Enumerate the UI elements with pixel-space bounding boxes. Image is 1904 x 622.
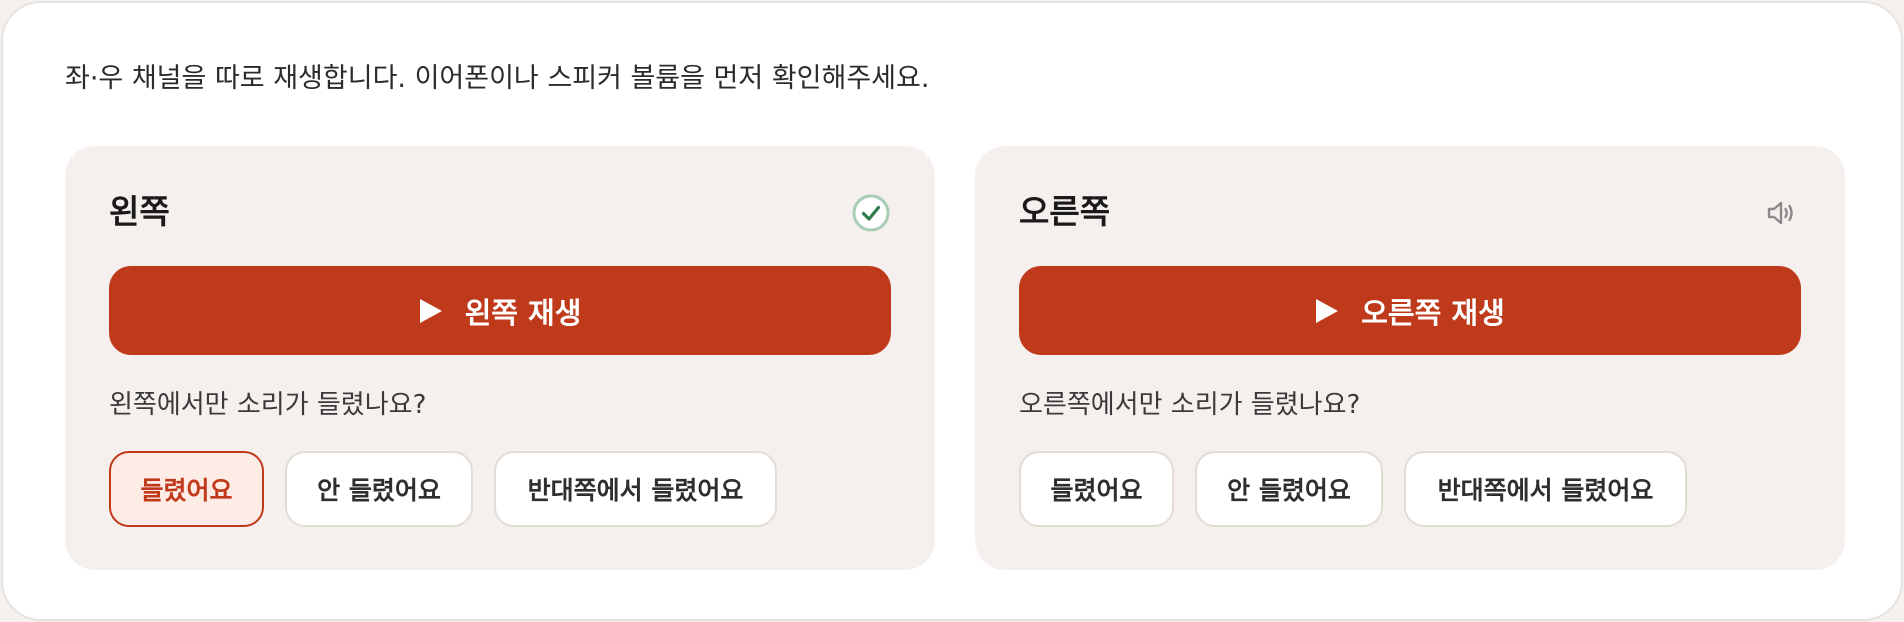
- play-left-button[interactable]: 왼쪽 재생: [109, 266, 891, 355]
- play-left-label: 왼쪽 재생: [464, 295, 582, 330]
- check-circle-icon: [852, 194, 890, 232]
- play-right-button[interactable]: 오른쪽 재생: [1019, 266, 1801, 355]
- left-answer-heard-button[interactable]: 들렸어요: [109, 451, 264, 527]
- right-answer-group: 들렸어요 안 들렸어요 반대쪽에서 들렸어요: [1019, 451, 1687, 527]
- channel-test-card: 좌·우 채널을 따로 재생합니다. 이어폰이나 스피커 볼륨을 먼저 확인해주세…: [1, 1, 1903, 621]
- right-answer-opposite-button[interactable]: 반대쪽에서 들렸어요: [1404, 451, 1687, 527]
- right-answer-heard-button[interactable]: 들렸어요: [1019, 451, 1174, 527]
- play-icon: [419, 298, 442, 323]
- left-answer-group: 들렸어요 안 들렸어요 반대쪽에서 들렸어요: [109, 451, 777, 527]
- right-channel-panel: 오른쪽 오른쪽 재생 오른쪽에서만 소리가 들렸나요? 들렸어요 안 들렸어요 …: [975, 146, 1845, 570]
- play-right-label: 오른쪽 재생: [1361, 295, 1505, 330]
- left-answer-not-heard-button[interactable]: 안 들렸어요: [285, 451, 473, 527]
- right-question: 오른쪽에서만 소리가 들렸나요?: [1019, 390, 1361, 420]
- left-panel-title: 왼쪽: [109, 192, 170, 231]
- instruction-text: 좌·우 채널을 따로 재생합니다. 이어폰이나 스피커 볼륨을 먼저 확인해주세…: [65, 63, 930, 94]
- left-channel-panel: 왼쪽 왼쪽 재생 왼쪽에서만 소리가 들렸나요? 들렸어요 안 들렸어요 반대쪽…: [65, 146, 935, 570]
- speaker-icon: [1767, 201, 1793, 225]
- play-icon: [1316, 298, 1339, 323]
- right-answer-not-heard-button[interactable]: 안 들렸어요: [1195, 451, 1383, 527]
- right-panel-title: 오른쪽: [1019, 192, 1111, 231]
- left-question: 왼쪽에서만 소리가 들렸나요?: [109, 390, 427, 420]
- left-answer-opposite-button[interactable]: 반대쪽에서 들렸어요: [494, 451, 777, 527]
